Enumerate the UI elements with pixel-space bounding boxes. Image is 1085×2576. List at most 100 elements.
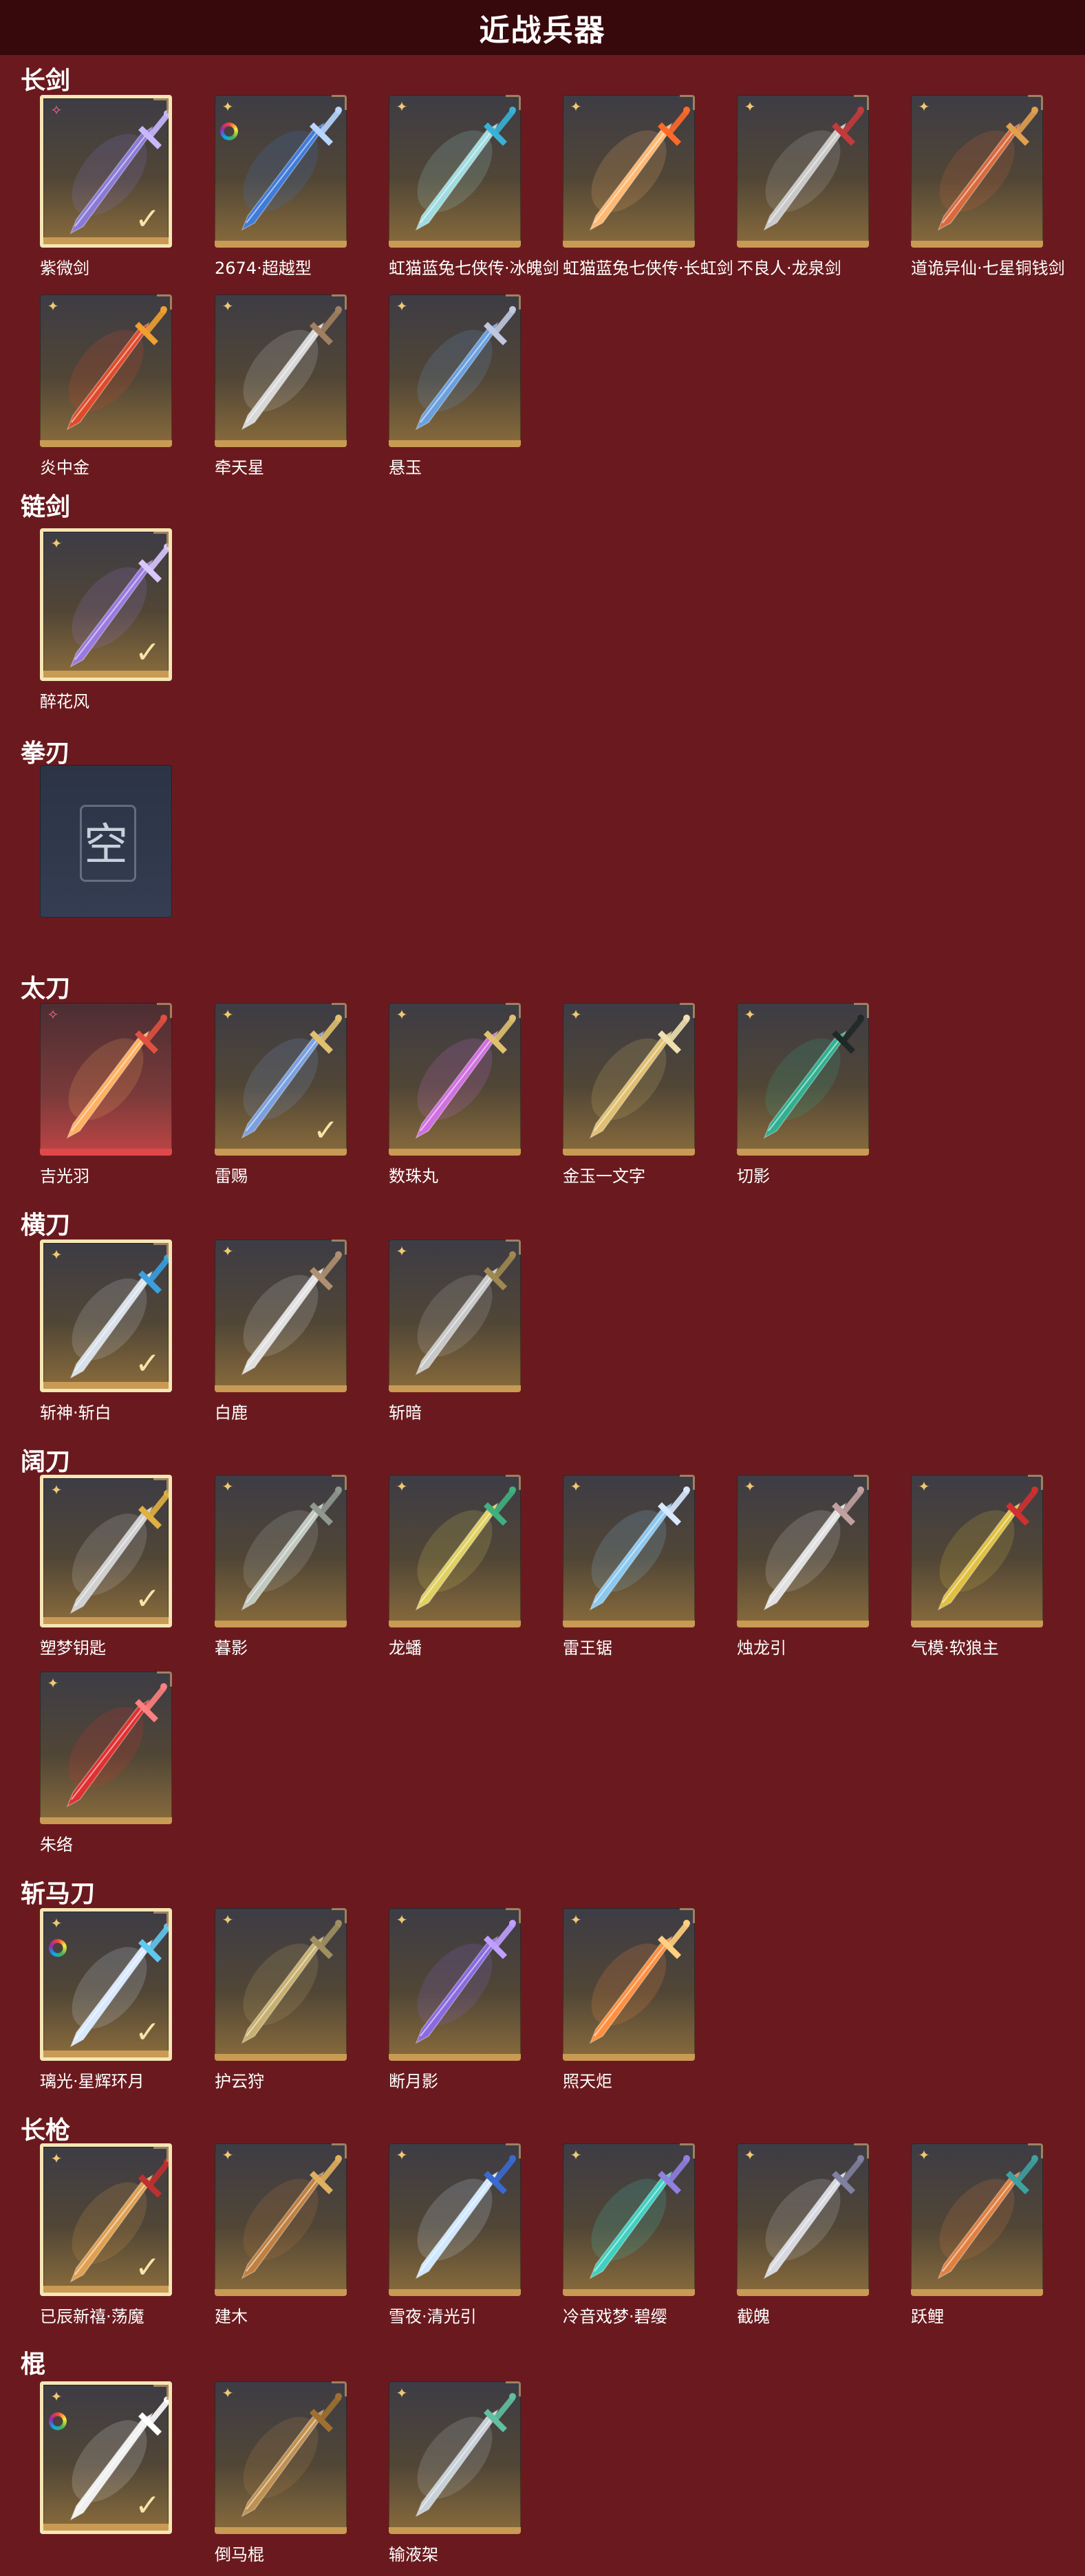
weapon-card[interactable]: ✦ 龙蟠 bbox=[389, 1475, 521, 1658]
weapon-tile[interactable]: ✦ bbox=[40, 1671, 172, 1824]
star-badge-icon: ✦ bbox=[47, 1675, 59, 1691]
weapon-card[interactable]: ✦ 气模·软狼主 bbox=[911, 1475, 1043, 1658]
weapon-tile[interactable]: ✦ bbox=[911, 95, 1043, 248]
weapon-tile[interactable]: ✦ ✓ bbox=[215, 1003, 347, 1156]
corner-ornament-icon bbox=[680, 2143, 695, 2158]
weapon-card[interactable]: ✦ 雷王锯 bbox=[563, 1475, 695, 1658]
weapon-name: 白鹿 bbox=[215, 1403, 248, 1422]
weapon-card[interactable]: ✦ 2674·超越型 bbox=[215, 95, 347, 278]
weapon-tile[interactable]: ✦ bbox=[737, 1475, 869, 1627]
weapon-card[interactable]: ✧ 吉光羽 bbox=[40, 1003, 172, 1186]
weapon-name: 断月影 bbox=[389, 2072, 438, 2091]
weapon-card[interactable]: ✦ ✓ 塑梦钥匙 bbox=[40, 1475, 172, 1658]
star-badge-icon: ✦ bbox=[50, 2388, 63, 2405]
weapon-tile[interactable]: ✦ bbox=[389, 1240, 521, 1392]
weapon-card[interactable]: ✦ ✓ 醉花风 bbox=[40, 528, 172, 711]
weapon-tile-selected[interactable]: ✦ ✓ bbox=[40, 1475, 172, 1627]
weapon-tile[interactable]: ✦ bbox=[737, 2143, 869, 2296]
star-badge-icon: ✦ bbox=[50, 1915, 63, 1931]
weapon-tile[interactable]: ✦ bbox=[389, 2143, 521, 2296]
weapon-tile[interactable]: ✦ bbox=[389, 1475, 521, 1627]
weapon-card[interactable]: ✦ 朱络 bbox=[40, 1671, 172, 1854]
weapon-card[interactable]: ✦ 金玉一文字 bbox=[563, 1003, 695, 1186]
rainbow-ring-icon bbox=[220, 122, 238, 140]
weapon-tile[interactable]: ✦ bbox=[563, 95, 695, 248]
weapon-card[interactable]: ✦ 输液架 bbox=[389, 2381, 521, 2564]
corner-ornament-icon bbox=[332, 95, 347, 110]
corner-ornament-icon bbox=[680, 1908, 695, 1923]
weapon-tile[interactable]: ✦ bbox=[737, 95, 869, 248]
weapon-tile[interactable]: ✦ bbox=[215, 294, 347, 447]
weapon-card[interactable]: ✧ ✓ 紫微剑 bbox=[40, 95, 172, 278]
weapon-tile[interactable]: ✦ bbox=[40, 294, 172, 447]
weapon-tile[interactable]: ✦ bbox=[215, 1475, 347, 1627]
weapon-tile[interactable]: ✦ bbox=[911, 1475, 1043, 1627]
weapon-tile[interactable]: ✦ bbox=[563, 2143, 695, 2296]
weapon-card[interactable]: ✦ 斩暗 bbox=[389, 1240, 521, 1422]
weapon-name: 璃光·星辉环月 bbox=[40, 2072, 144, 2091]
weapon-tile[interactable]: ✦ bbox=[563, 1003, 695, 1156]
weapon-card[interactable]: ✦ 道诡异仙·七星铜钱剑 bbox=[911, 95, 1065, 278]
weapon-tile-selected[interactable]: ✦ ✓ bbox=[40, 1240, 172, 1392]
weapon-card[interactable]: ✦ ✓ bbox=[40, 2381, 172, 2537]
weapon-name: 冷音戏梦·碧缨 bbox=[563, 2307, 667, 2326]
weapon-card[interactable]: ✦ 跃鲤 bbox=[911, 2143, 1043, 2326]
weapon-tile[interactable]: ✦ bbox=[215, 95, 347, 248]
weapon-tile[interactable]: ✦ bbox=[737, 1003, 869, 1156]
weapon-tile[interactable]: ✦ bbox=[389, 1003, 521, 1156]
weapon-tile-selected[interactable]: ✦ ✓ bbox=[40, 1908, 172, 2061]
weapon-card[interactable]: ✦ 烛龙引 bbox=[737, 1475, 869, 1658]
weapon-tile[interactable]: ✦ bbox=[215, 1240, 347, 1392]
weapon-tile[interactable]: ✦ bbox=[911, 2143, 1043, 2296]
weapon-card[interactable]: ✦ ✓ 斩神·斩白 bbox=[40, 1240, 172, 1422]
weapon-card[interactable]: ✦ 白鹿 bbox=[215, 1240, 347, 1422]
weapon-card[interactable]: ✦ ✓ 璃光·星辉环月 bbox=[40, 1908, 172, 2091]
corner-ornament-icon bbox=[153, 2385, 169, 2400]
weapon-card[interactable]: ✦ 暮影 bbox=[215, 1475, 347, 1658]
weapon-card[interactable]: ✦ 截魄 bbox=[737, 2143, 869, 2326]
weapon-card[interactable]: ✦ 悬玉 bbox=[389, 294, 521, 477]
weapon-tile[interactable]: ✦ bbox=[389, 2381, 521, 2534]
corner-ornament-icon bbox=[1028, 1475, 1043, 1490]
weapon-card[interactable]: ✦ 虹猫蓝兔七侠传·长虹剑 bbox=[563, 95, 733, 278]
weapon-card[interactable]: ✦ 虹猫蓝兔七侠传·冰魄剑 bbox=[389, 95, 559, 278]
weapon-tile-selected[interactable]: ✧ ✓ bbox=[40, 95, 172, 248]
weapon-card[interactable]: ✦ 切影 bbox=[737, 1003, 869, 1186]
star-badge-icon: ✦ bbox=[50, 535, 63, 552]
weapon-card[interactable]: ✦ 炎中金 bbox=[40, 294, 172, 477]
weapon-tile[interactable]: ✦ bbox=[389, 1908, 521, 2061]
weapon-tile[interactable]: ✦ bbox=[215, 2143, 347, 2296]
weapon-card[interactable]: ✦ ✓ 雷赐 bbox=[215, 1003, 347, 1186]
weapon-tile[interactable]: ✦ bbox=[215, 1908, 347, 2061]
rarity-band bbox=[389, 2054, 521, 2061]
weapon-card[interactable]: ✦ 建木 bbox=[215, 2143, 347, 2326]
weapon-card[interactable]: 空 bbox=[40, 765, 172, 920]
star-badge-icon: ✦ bbox=[396, 1243, 408, 1259]
weapon-card[interactable]: ✦ 照天炬 bbox=[563, 1908, 695, 2091]
weapon-tile[interactable]: ✦ bbox=[563, 1475, 695, 1627]
weapon-card[interactable]: ✦ 倒马棍 bbox=[215, 2381, 347, 2564]
weapon-tile-selected[interactable]: ✦ ✓ bbox=[40, 2143, 172, 2296]
weapon-tile[interactable]: 空 bbox=[40, 765, 172, 918]
weapon-tile-selected[interactable]: ✦ ✓ bbox=[40, 2381, 172, 2534]
weapon-card[interactable]: ✦ 数珠丸 bbox=[389, 1003, 521, 1186]
weapon-tile[interactable]: ✦ bbox=[389, 95, 521, 248]
weapon-card[interactable]: ✦ 护云狩 bbox=[215, 1908, 347, 2091]
weapon-tile[interactable]: ✦ bbox=[563, 1908, 695, 2061]
weapon-card[interactable]: ✦ 牵天星 bbox=[215, 294, 347, 477]
weapon-card[interactable]: ✦ 断月影 bbox=[389, 1908, 521, 2091]
weapon-card[interactable]: ✦ 不良人·龙泉剑 bbox=[737, 95, 869, 278]
weapon-tile-selected[interactable]: ✦ ✓ bbox=[40, 528, 172, 681]
star-badge-icon: ✦ bbox=[744, 2147, 756, 2163]
weapon-card[interactable]: ✦ 冷音戏梦·碧缨 bbox=[563, 2143, 695, 2326]
rarity-band bbox=[40, 1149, 172, 1156]
rarity-band bbox=[215, 2289, 347, 2296]
weapon-card[interactable]: ✦ 雪夜·清光引 bbox=[389, 2143, 521, 2326]
weapon-card[interactable]: ✦ ✓ 已辰新禧·荡魔 bbox=[40, 2143, 172, 2326]
weapon-tile[interactable]: ✦ bbox=[389, 294, 521, 447]
weapon-tile[interactable]: ✧ bbox=[40, 1003, 172, 1156]
rarity-band bbox=[389, 1385, 521, 1392]
weapon-name: 金玉一文字 bbox=[563, 1167, 645, 1186]
weapon-tile[interactable]: ✦ bbox=[215, 2381, 347, 2534]
weapon-name: 塑梦钥匙 bbox=[40, 1638, 106, 1658]
